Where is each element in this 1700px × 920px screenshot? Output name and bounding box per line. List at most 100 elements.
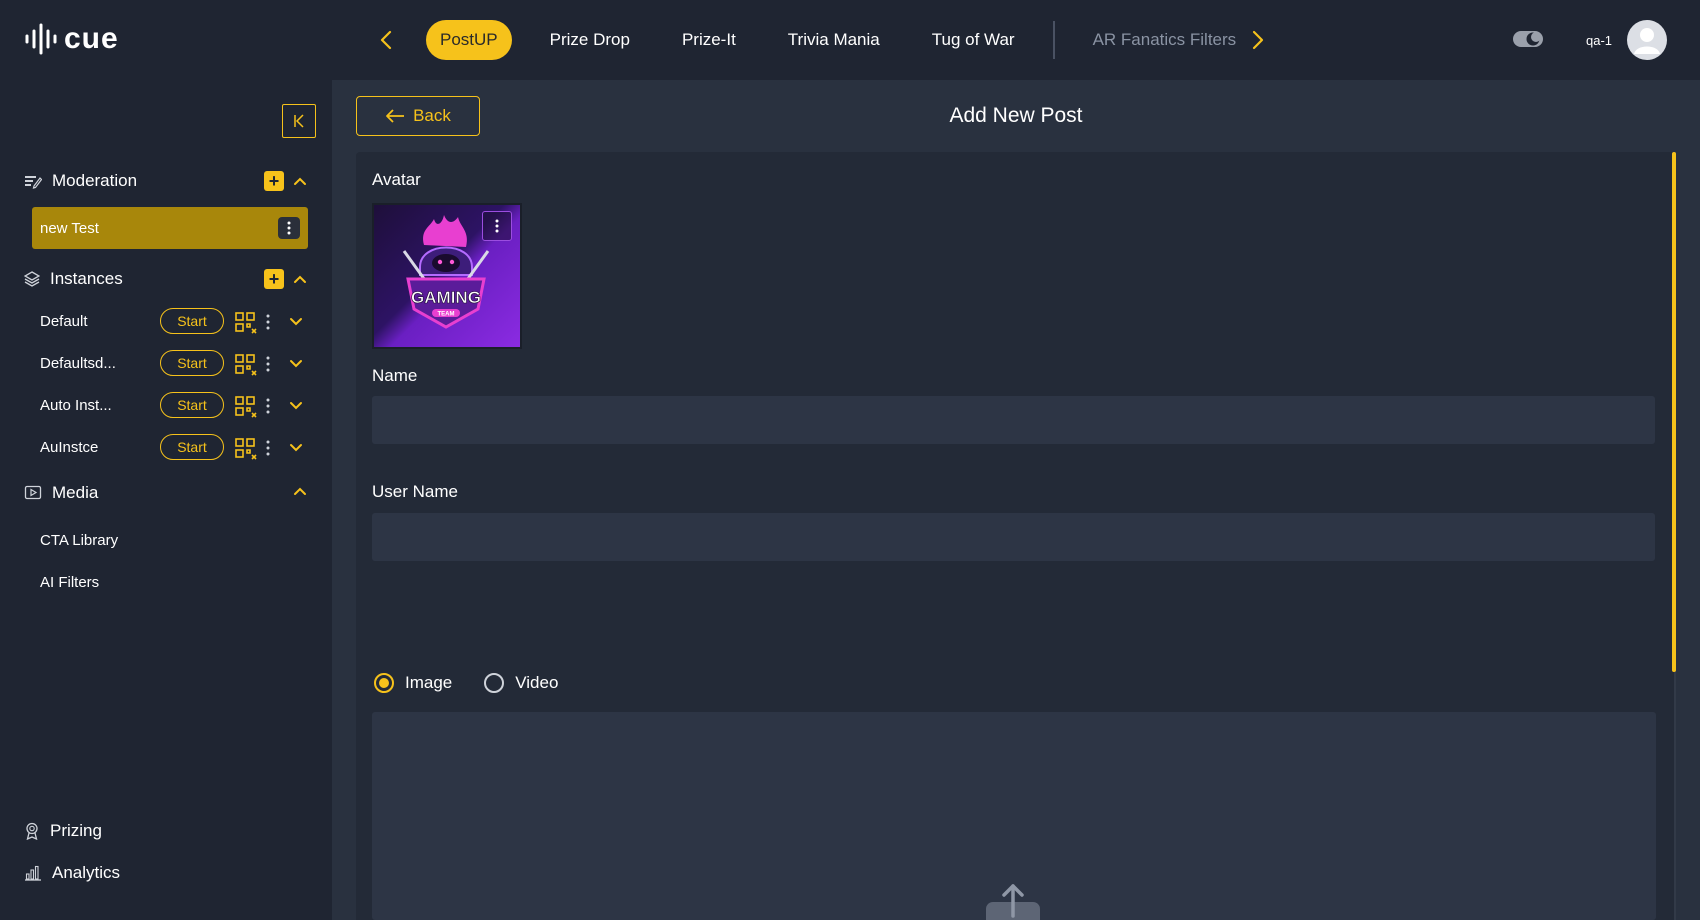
game-tabs: PostUP Prize Drop Prize-It Trivia Mania … — [426, 20, 1274, 60]
user-avatar[interactable] — [1627, 20, 1667, 60]
kebab-menu-icon[interactable] — [264, 313, 272, 331]
chevron-up-icon — [294, 487, 306, 495]
chevron-down-icon[interactable] — [288, 356, 304, 372]
chevron-up-icon — [294, 275, 306, 283]
username-input[interactable] — [372, 513, 1655, 561]
tab-prize-it[interactable]: Prize-It — [668, 20, 750, 60]
radio-image-label: Image — [405, 673, 453, 692]
instance-name: Default — [40, 312, 88, 330]
analytics-label: Analytics — [52, 863, 121, 882]
avatar-image[interactable]: GAMING TEAM — [372, 203, 522, 349]
collapse-sidebar-icon — [294, 114, 304, 128]
audio-wave-logo-icon — [25, 23, 57, 55]
sidebar-item-analytics[interactable]: Analytics — [24, 860, 120, 886]
chevron-down-icon[interactable] — [288, 398, 304, 414]
kebab-menu-icon[interactable] — [264, 439, 272, 457]
chevron-up-icon — [294, 177, 306, 185]
media-play-icon — [24, 485, 42, 500]
tab-postup[interactable]: PostUP — [426, 20, 512, 60]
media-type-radio-group: Image Video — [374, 673, 558, 693]
page-title: Add New Post — [949, 104, 1083, 127]
avatar-menu-button[interactable] — [482, 211, 512, 241]
prizing-label: Prizing — [50, 821, 102, 840]
tabs-prev-button[interactable] — [372, 26, 400, 54]
media-item-cta-library[interactable]: CTA Library — [40, 532, 118, 549]
start-instance-button[interactable]: Start — [160, 308, 224, 334]
radio-video[interactable]: Video — [484, 673, 558, 693]
tab-tug-of-war[interactable]: Tug of War — [918, 20, 1029, 60]
radio-image-indicator — [374, 673, 394, 693]
instance-row[interactable]: Default Start — [40, 306, 310, 336]
layers-icon — [24, 271, 40, 287]
chevron-left-icon — [380, 30, 392, 50]
tab-ar-fanatics-filters[interactable]: AR Fanatics Filters — [1079, 20, 1251, 60]
kebab-menu-icon — [287, 221, 291, 235]
add-moderation-button[interactable]: + — [264, 171, 284, 191]
media-label: Media — [52, 483, 99, 502]
add-instance-button[interactable]: + — [264, 269, 284, 289]
moderation-item-new-test[interactable]: new Test — [32, 207, 308, 249]
back-label: Back — [413, 106, 451, 125]
instance-name: Auto Inst... — [40, 396, 112, 414]
qr-code-icon[interactable] — [234, 353, 258, 377]
moderation-icon — [25, 176, 42, 189]
sidebar: Moderation + new Test Instances + Defaul… — [0, 80, 332, 920]
qr-code-icon[interactable] — [234, 437, 258, 461]
instance-name: AuInstce — [40, 438, 99, 456]
user-avatar-icon — [1634, 28, 1660, 54]
chevron-right-icon — [1252, 30, 1264, 50]
name-input[interactable] — [372, 396, 1655, 444]
moon-toggle-icon — [1513, 31, 1543, 47]
chevron-down-icon[interactable] — [288, 314, 304, 330]
award-icon — [26, 822, 38, 840]
start-instance-button[interactable]: Start — [160, 392, 224, 418]
kebab-menu-icon[interactable] — [264, 355, 272, 373]
moderation-item-label: new Test — [40, 219, 99, 237]
chevron-down-icon[interactable] — [288, 440, 304, 456]
moderation-item-menu-button[interactable] — [278, 217, 300, 239]
top-bar: cue PostUP Prize Drop Prize-It Trivia Ma… — [0, 0, 1700, 80]
media-item-ai-filters[interactable]: AI Filters — [40, 574, 99, 591]
instance-row[interactable]: Defaultsd... Start — [40, 348, 310, 378]
instances-section-header[interactable]: Instances + — [24, 264, 308, 294]
moderation-section-header[interactable]: Moderation + — [24, 166, 308, 196]
sidebar-item-prizing[interactable]: Prizing — [24, 818, 102, 844]
instance-row[interactable]: AuInstce Start — [40, 432, 310, 462]
instances-collapse-button[interactable] — [292, 271, 308, 287]
scrollbar-thumb[interactable] — [1672, 152, 1676, 672]
radio-video-indicator — [484, 673, 505, 693]
qr-code-icon[interactable] — [234, 311, 258, 335]
kebab-menu-icon[interactable] — [264, 397, 272, 415]
instance-name: Defaultsd... — [40, 354, 116, 372]
start-instance-button[interactable]: Start — [160, 434, 224, 460]
start-instance-button[interactable]: Start — [160, 350, 224, 376]
moderation-collapse-button[interactable] — [292, 173, 308, 189]
avatar-logo-subtitle: TEAM — [438, 312, 455, 318]
name-label: Name — [372, 366, 418, 385]
media-section-header[interactable]: Media — [24, 478, 308, 508]
back-button[interactable]: Back — [356, 96, 480, 136]
main-content: Add New Post Back Avatar GAMING TEAM Nam… — [332, 80, 1700, 920]
add-post-form: Avatar GAMING TEAM Name User Name Image … — [356, 152, 1676, 920]
kebab-menu-icon — [495, 219, 499, 233]
tab-trivia-mania[interactable]: Trivia Mania — [774, 20, 894, 60]
arrow-left-icon — [386, 109, 405, 123]
tab-divider — [1052, 21, 1055, 59]
tab-prize-drop[interactable]: Prize Drop — [536, 20, 644, 60]
collapse-sidebar-button[interactable] — [282, 104, 316, 138]
username-label: User Name — [372, 482, 458, 501]
upload-icon — [986, 884, 1040, 920]
theme-toggle[interactable] — [1512, 28, 1544, 50]
qr-code-icon[interactable] — [234, 395, 258, 419]
media-upload-dropzone[interactable] — [372, 712, 1656, 920]
radio-image[interactable]: Image — [374, 673, 452, 693]
avatar-label: Avatar — [372, 170, 421, 189]
instance-row[interactable]: Auto Inst... Start — [40, 390, 310, 420]
user-name: qa-1 — [1586, 33, 1613, 48]
tabs-next-button[interactable] — [1244, 26, 1272, 54]
instances-label: Instances — [50, 269, 123, 288]
radio-video-label: Video — [515, 673, 559, 692]
media-collapse-button[interactable] — [292, 483, 308, 499]
avatar-logo-title: GAMING — [411, 288, 481, 307]
app-logo[interactable]: cue — [24, 18, 119, 60]
